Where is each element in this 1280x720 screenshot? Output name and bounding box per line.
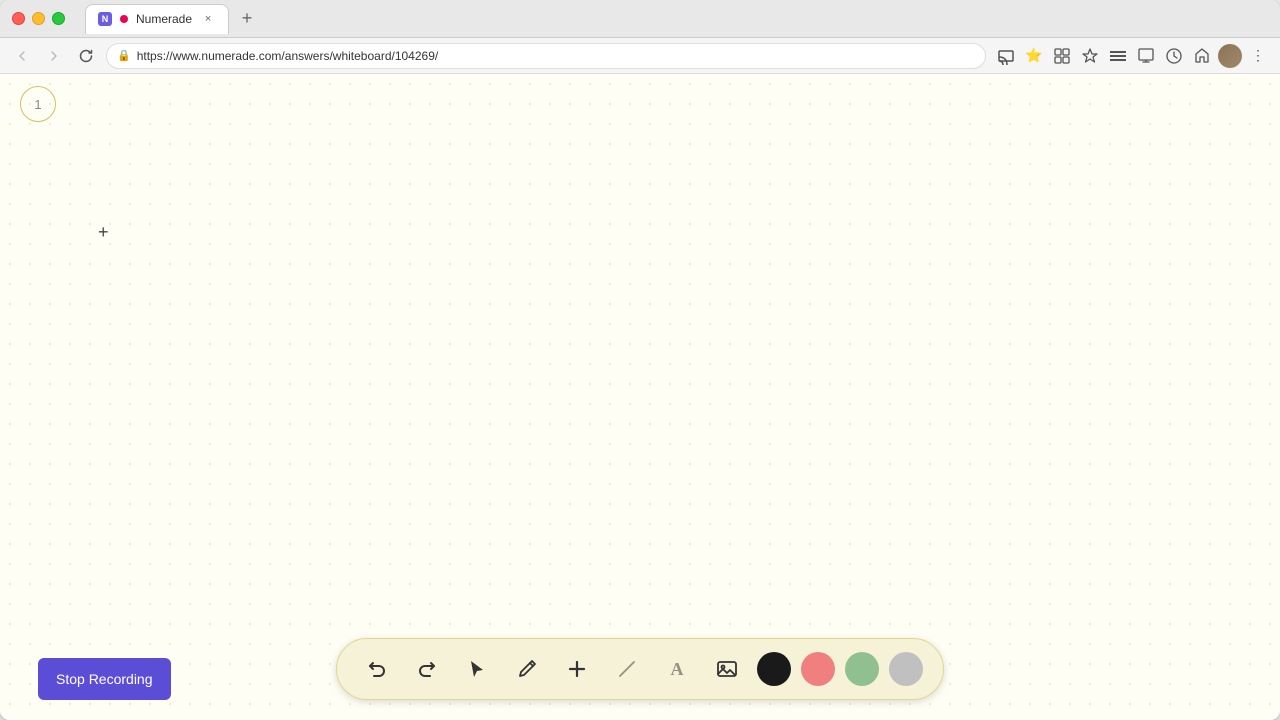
new-tab-button[interactable]: + [233, 5, 261, 33]
undo-button[interactable] [357, 649, 397, 689]
color-black[interactable] [757, 652, 791, 686]
color-green[interactable] [845, 652, 879, 686]
extension-icon-2[interactable] [1078, 44, 1102, 68]
title-bar: N Numerade × + [0, 0, 1280, 38]
browser-window: N Numerade × + 🔒 https://www.numerade.co… [0, 0, 1280, 720]
active-tab[interactable]: N Numerade × [85, 4, 229, 34]
tab-favicon: N [98, 12, 112, 26]
color-gray[interactable] [889, 652, 923, 686]
maximize-button[interactable] [52, 12, 65, 25]
recording-indicator [120, 15, 128, 23]
reload-button[interactable] [74, 44, 98, 68]
browser-toolbar-icons: ⭐ ⋮ [994, 44, 1270, 68]
page-number: 1 [34, 97, 41, 112]
redo-button[interactable] [407, 649, 447, 689]
extension-icon-3[interactable] [1106, 44, 1130, 68]
url-bar[interactable]: 🔒 https://www.numerade.com/answers/white… [106, 43, 986, 69]
select-tool-button[interactable] [457, 649, 497, 689]
tab-bar: N Numerade × + [85, 4, 1268, 34]
image-tool-button[interactable] [707, 649, 747, 689]
address-bar: 🔒 https://www.numerade.com/answers/white… [0, 38, 1280, 74]
cast-icon[interactable] [994, 44, 1018, 68]
add-tool-button[interactable] [557, 649, 597, 689]
extension-icon-5[interactable] [1162, 44, 1186, 68]
traffic-lights [12, 12, 65, 25]
tab-close-button[interactable]: × [200, 11, 216, 27]
extension-icon-1[interactable] [1050, 44, 1074, 68]
add-cursor: + [98, 222, 109, 243]
minimize-button[interactable] [32, 12, 45, 25]
whiteboard-canvas[interactable]: 1 + Stop Recording [0, 74, 1280, 720]
page-indicator: 1 [20, 86, 56, 122]
back-button[interactable] [10, 44, 34, 68]
lock-icon: 🔒 [117, 49, 131, 62]
text-tool-button[interactable]: A [657, 649, 697, 689]
pen-tool-button[interactable] [507, 649, 547, 689]
extension-icon-6[interactable] [1190, 44, 1214, 68]
close-button[interactable] [12, 12, 25, 25]
extension-icon-4[interactable] [1134, 44, 1158, 68]
forward-button[interactable] [42, 44, 66, 68]
user-avatar[interactable] [1218, 44, 1242, 68]
stop-recording-button[interactable]: Stop Recording [38, 658, 171, 700]
drawing-toolbar: A [336, 638, 944, 700]
url-text: https://www.numerade.com/answers/whitebo… [137, 49, 975, 63]
eraser-tool-button[interactable] [607, 649, 647, 689]
text-tool-icon: A [671, 659, 684, 680]
color-pink[interactable] [801, 652, 835, 686]
menu-icon[interactable]: ⋮ [1246, 44, 1270, 68]
bookmark-icon[interactable]: ⭐ [1022, 44, 1046, 68]
tab-title: Numerade [136, 12, 192, 26]
